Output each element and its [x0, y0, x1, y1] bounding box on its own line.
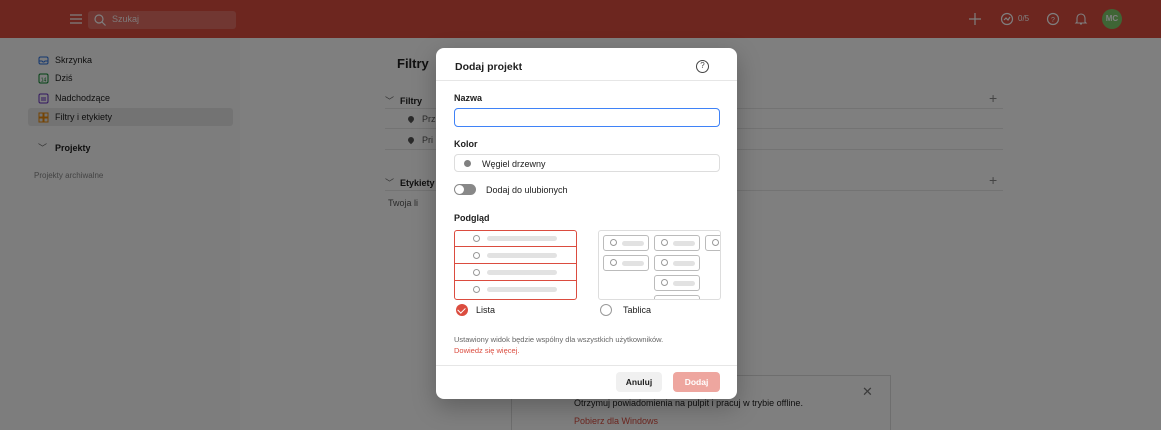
color-select[interactable]: Węgiel drzewny [454, 154, 720, 172]
preview-card [654, 235, 700, 251]
circle-icon [473, 286, 480, 293]
color-label: Kolor [454, 139, 478, 149]
favorite-toggle[interactable] [454, 184, 476, 195]
circle-icon [473, 252, 480, 259]
preview-card [705, 235, 720, 251]
color-value: Węgiel drzewny [482, 159, 546, 169]
preview-bar [673, 261, 695, 266]
preview-bar [622, 261, 644, 266]
shared-view-note: Ustawiony widok będzie wspólny dla wszys… [454, 335, 664, 344]
cancel-button[interactable]: Anuluj [616, 372, 662, 392]
add-project-dialog: Dodaj projekt ? Nazwa Kolor Węgiel drzew… [436, 48, 737, 399]
circle-icon [712, 239, 719, 246]
preview-label: Podgląd [454, 213, 490, 223]
project-name-input[interactable] [454, 108, 720, 127]
preview-row [455, 248, 576, 264]
circle-icon [661, 259, 668, 266]
preview-bar [673, 241, 695, 246]
color-swatch [464, 160, 471, 167]
preview-row [455, 231, 576, 247]
divider [436, 80, 737, 81]
preview-bar [487, 236, 557, 241]
circle-icon [473, 269, 480, 276]
add-button[interactable]: Dodaj [673, 372, 720, 392]
help-icon[interactable]: ? [696, 60, 709, 73]
preview-card [654, 275, 700, 291]
preview-card [654, 295, 700, 299]
list-view-radio[interactable] [456, 304, 468, 316]
preview-bar [487, 287, 557, 292]
board-view-preview[interactable] [598, 230, 721, 300]
circle-icon [610, 259, 617, 266]
preview-bar [622, 241, 644, 246]
preview-row [455, 282, 576, 298]
dialog-title: Dodaj projekt [455, 61, 523, 73]
name-label: Nazwa [454, 93, 483, 103]
preview-card [603, 235, 649, 251]
learn-more-link[interactable]: Dowiedz się więcej. [454, 346, 519, 355]
board-view-radio[interactable] [600, 304, 612, 316]
preview-row [455, 265, 576, 281]
favorite-label: Dodaj do ulubionych [486, 185, 568, 195]
preview-bar [487, 270, 557, 275]
circle-icon [473, 235, 480, 242]
board-view-label[interactable]: Tablica [623, 305, 651, 315]
toggle-knob [455, 185, 464, 194]
preview-card [603, 255, 649, 271]
preview-bar [673, 281, 695, 286]
circle-icon [661, 279, 668, 286]
preview-bar [487, 253, 557, 258]
list-view-label[interactable]: Lista [476, 305, 495, 315]
circle-icon [661, 239, 668, 246]
preview-card [654, 255, 700, 271]
list-view-preview[interactable] [454, 230, 577, 300]
circle-icon [610, 239, 617, 246]
divider [436, 365, 737, 366]
